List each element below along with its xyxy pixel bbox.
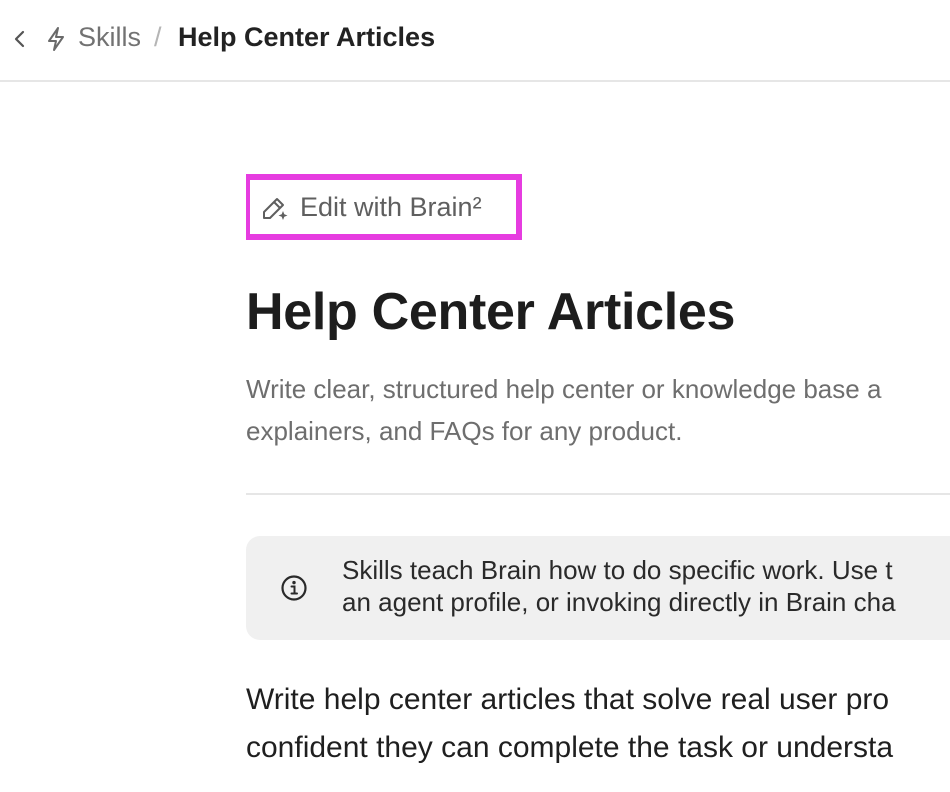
description-line: explainers, and FAQs for any product. xyxy=(246,416,683,446)
info-callout: Skills teach Brain how to do specific wo… xyxy=(246,536,950,640)
chevron-left-icon xyxy=(14,30,25,48)
article-body: Write help center articles that solve re… xyxy=(246,676,893,772)
body-line: Write help center articles that solve re… xyxy=(246,683,890,716)
breadcrumb-separator: / xyxy=(154,22,162,52)
breadcrumb-current-page: Help Center Articles xyxy=(178,22,436,52)
page-description: Write clear, structured help center or k… xyxy=(246,368,950,452)
info-circle-icon xyxy=(281,575,307,601)
info-line: Skills teach Brain how to do specific wo… xyxy=(342,555,893,585)
info-line: an agent profile, or invoking directly i… xyxy=(342,587,896,617)
breadcrumb-skills-link[interactable]: Skills xyxy=(78,22,141,53)
lightning-bolt-icon xyxy=(44,25,68,53)
edit-with-brain-button[interactable]: Edit with Brain² xyxy=(246,174,522,240)
edit-with-brain-label: Edit with Brain² xyxy=(300,191,482,222)
pencil-sparkle-icon xyxy=(260,191,292,223)
back-button[interactable] xyxy=(8,24,32,54)
info-callout-text: Skills teach Brain how to do specific wo… xyxy=(342,554,896,618)
section-divider xyxy=(246,493,950,495)
description-line: Write clear, structured help center or k… xyxy=(246,374,882,404)
top-bar: Skills / Help Center Articles xyxy=(0,0,950,82)
body-line: confident they can complete the task or … xyxy=(246,731,894,764)
page-title: Help Center Articles xyxy=(246,283,736,341)
main-content: Edit with Brain² Help Center Articles Wr… xyxy=(246,82,950,792)
